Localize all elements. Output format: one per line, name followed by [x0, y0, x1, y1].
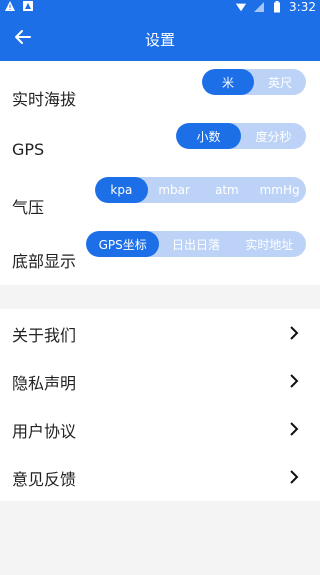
chevron-right-icon — [290, 470, 299, 484]
gps-option-decimal[interactable]: 小数 — [176, 123, 241, 149]
setting-row-gps: GPS 小数 度分秒 — [0, 123, 320, 179]
pressure-option-mbar[interactable]: mbar — [148, 177, 201, 203]
link-feedback[interactable]: 意见反馈 — [0, 453, 320, 501]
setting-row-altitude: 实时海拔 米 英尺 — [0, 69, 320, 125]
links-section: 关于我们 隐私声明 用户协议 意见反馈 — [0, 309, 320, 501]
link-label-feedback: 意见反馈 — [12, 470, 77, 489]
link-about-us[interactable]: 关于我们 — [0, 309, 320, 357]
pressure-option-atm[interactable]: atm — [201, 177, 254, 203]
bottom-option-gps-coords[interactable]: GPS坐标 — [86, 231, 160, 257]
setting-row-bottom-display: 底部显示 GPS坐标 日出日落 实时地址 — [0, 231, 320, 287]
signal-icon — [253, 1, 265, 13]
bottom-display-toggle[interactable]: GPS坐标 日出日落 实时地址 — [86, 231, 306, 257]
altitude-unit-toggle[interactable]: 米 英尺 — [202, 69, 306, 95]
notification-icon — [22, 0, 34, 12]
bottom-option-sunrise-sunset[interactable]: 日出日落 — [159, 231, 232, 257]
battery-icon — [271, 1, 283, 13]
page-title: 设置 — [144, 31, 175, 49]
link-label-privacy: 隐私声明 — [12, 374, 77, 393]
altitude-option-feet[interactable]: 英尺 — [254, 69, 306, 95]
gps-format-toggle[interactable]: 小数 度分秒 — [176, 123, 306, 149]
setting-label-pressure: 气压 — [12, 198, 45, 217]
link-label-user-agreement: 用户协议 — [12, 422, 77, 441]
chevron-right-icon — [290, 326, 299, 340]
settings-section: 实时海拔 米 英尺 GPS 小数 度分秒 气压 kpa mbar atm mmH… — [0, 61, 320, 285]
setting-label-bottom-display: 底部显示 — [12, 252, 77, 271]
altitude-option-meter[interactable]: 米 — [202, 69, 254, 95]
pressure-unit-toggle[interactable]: kpa mbar atm mmHg — [95, 177, 306, 203]
app-bar: 设置 — [0, 14, 320, 61]
setting-label-altitude: 实时海拔 — [12, 90, 77, 109]
gps-option-dms[interactable]: 度分秒 — [241, 123, 306, 149]
pressure-option-kpa[interactable]: kpa — [95, 177, 148, 203]
bottom-option-live-address[interactable]: 实时地址 — [233, 231, 306, 257]
setting-row-pressure: 气压 kpa mbar atm mmHg — [0, 177, 320, 233]
pressure-option-mmhg[interactable]: mmHg — [253, 177, 306, 203]
wifi-icon — [235, 1, 247, 13]
status-bar: 3:32 — [0, 0, 320, 14]
link-user-agreement[interactable]: 用户协议 — [0, 405, 320, 453]
chevron-right-icon — [290, 422, 299, 436]
link-privacy[interactable]: 隐私声明 — [0, 357, 320, 405]
setting-label-gps: GPS — [12, 140, 45, 159]
status-time: 3:32 — [289, 0, 316, 14]
warning-icon — [4, 0, 16, 12]
chevron-right-icon — [290, 374, 299, 388]
link-label-about-us: 关于我们 — [12, 326, 77, 345]
